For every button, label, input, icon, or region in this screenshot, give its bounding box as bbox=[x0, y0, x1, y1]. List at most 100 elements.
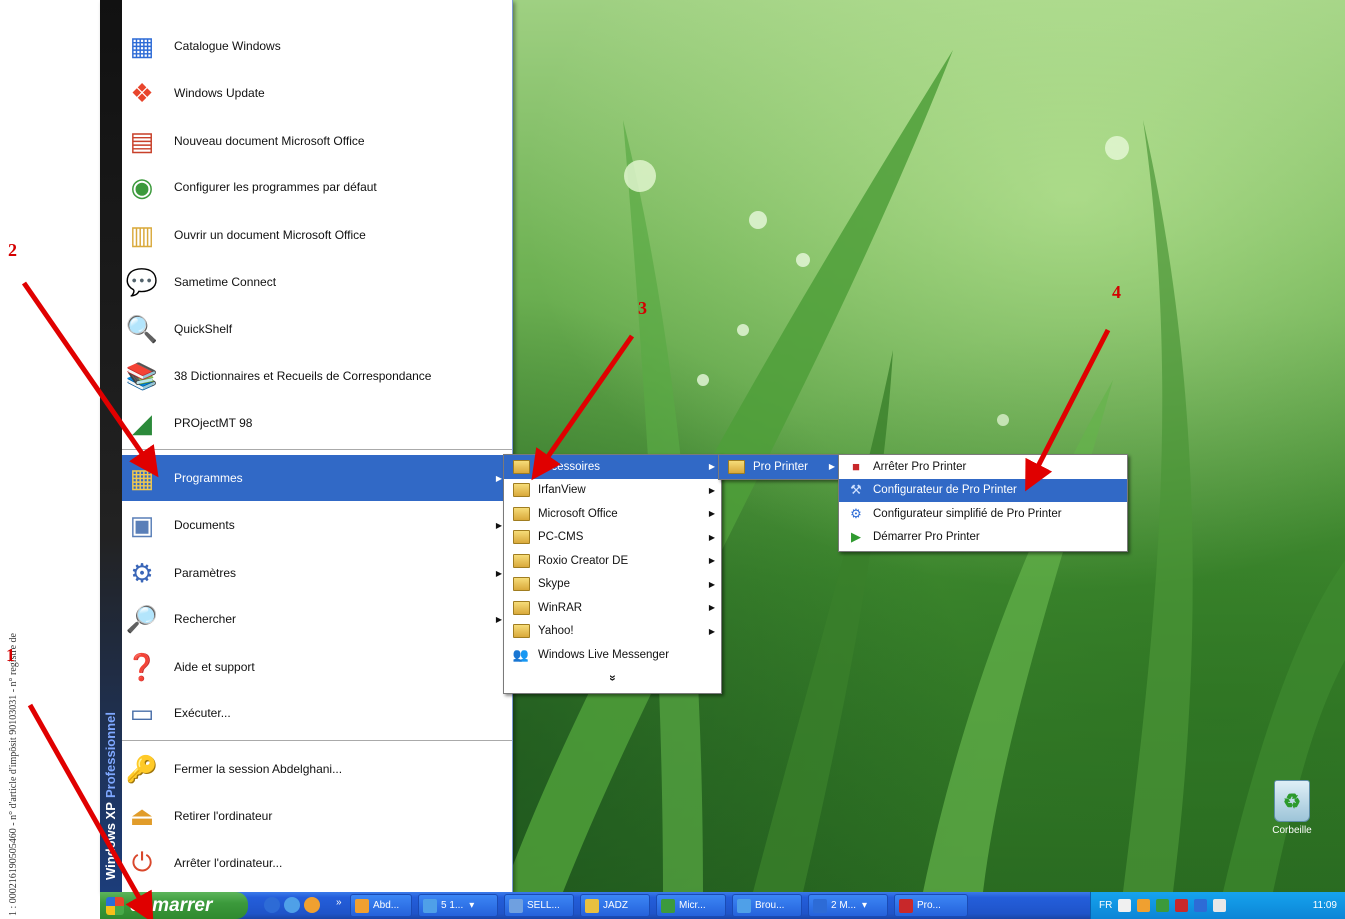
start-item-aide[interactable]: ❓ Aide et support bbox=[122, 644, 512, 690]
network-tray-icon[interactable] bbox=[1156, 899, 1170, 912]
help-tray-icon[interactable] bbox=[1118, 899, 1132, 912]
config-simple-icon: ⚙ bbox=[850, 505, 862, 521]
start-item-sametime[interactable]: 💬 Sametime Connect bbox=[122, 258, 512, 306]
start-item-retirer[interactable]: ⏏ Retirer l'ordinateur bbox=[122, 794, 512, 838]
taskbar-button[interactable]: SELL... bbox=[504, 894, 574, 917]
chevron-right-icon: ▶ bbox=[708, 579, 715, 589]
taskbar: démarrer » Abd... 5 1... ▾ SELL... JADZ M… bbox=[100, 892, 1345, 919]
programs-item-yahoo[interactable]: Yahoo! ▶ bbox=[504, 620, 721, 644]
start-item-fermer-session[interactable]: 🔑 Fermer la session Abdelghani... bbox=[122, 746, 512, 792]
messenger-icon: 👥 bbox=[512, 646, 530, 662]
chevron-right-icon: ▶ bbox=[708, 603, 715, 613]
start-item-executer[interactable]: ▭ Exécuter... bbox=[122, 690, 512, 736]
messenger-tray-icon[interactable] bbox=[1194, 899, 1208, 912]
taskbar-button[interactable]: JADZ bbox=[580, 894, 650, 917]
chevron-right-icon: ▶ bbox=[708, 485, 715, 495]
proprinter-item-configurateur[interactable]: ⚒ Configurateur de Pro Printer bbox=[839, 478, 1127, 502]
stop-icon: ■ bbox=[852, 459, 860, 475]
programs-item-pc-cms[interactable]: PC-CMS ▶ bbox=[504, 526, 721, 550]
folder-icon bbox=[512, 482, 530, 498]
taskbar-button[interactable]: Micr... bbox=[656, 894, 726, 917]
quicklaunch-more[interactable]: » bbox=[336, 897, 342, 908]
chevron-right-icon: ▶ bbox=[495, 520, 502, 530]
catalog-icon: ▦ bbox=[129, 30, 155, 61]
start-item-catalogue[interactable]: ▦ Catalogue Windows bbox=[122, 24, 512, 68]
proprinter-item-demarrer[interactable]: ▶ Démarrer Pro Printer bbox=[839, 526, 1127, 550]
volume-tray-icon[interactable] bbox=[1213, 899, 1227, 912]
chevron-right-icon: ▶ bbox=[708, 626, 715, 636]
programs-expand[interactable]: » bbox=[504, 667, 721, 691]
step-number-4: 4 bbox=[1112, 282, 1121, 302]
folder-icon bbox=[512, 529, 530, 545]
recycle-bin[interactable]: ♻ Corbeille bbox=[1262, 780, 1322, 836]
chevron-down-icon: ▾ bbox=[469, 900, 475, 911]
app-icon bbox=[661, 898, 675, 913]
programs-item-accessoires[interactable]: Accessoires ▶ bbox=[504, 455, 721, 479]
language-indicator[interactable]: FR bbox=[1099, 900, 1112, 911]
programs-item-microsoft-office[interactable]: Microsoft Office ▶ bbox=[504, 502, 721, 526]
taskbar-button[interactable]: Brou... bbox=[732, 894, 802, 917]
ie-quicklaunch-icon[interactable] bbox=[284, 897, 300, 913]
recycle-bin-label: Corbeille bbox=[1272, 825, 1312, 836]
config-icon: ⚒ bbox=[850, 482, 862, 498]
start-item-open-office-doc[interactable]: ▥ Ouvrir un document Microsoft Office bbox=[122, 212, 512, 258]
taskbar-button[interactable]: Pro... bbox=[894, 894, 968, 917]
windows-update-icon: ❖ bbox=[130, 77, 154, 108]
window-icon bbox=[509, 898, 523, 913]
proprinter-item-configurateur-simplifie[interactable]: ⚙ Configurateur simplifié de Pro Printer bbox=[839, 502, 1127, 526]
folder-icon bbox=[512, 576, 530, 592]
start-item-rechercher[interactable]: 🔎 Rechercher ▶ bbox=[122, 596, 512, 642]
run-icon: ▭ bbox=[129, 697, 155, 728]
folder-icon bbox=[512, 553, 530, 569]
proprinter-menu: ■ Arrêter Pro Printer ⚒ Configurateur de… bbox=[838, 454, 1128, 552]
taskbar-button[interactable]: 5 1... ▾ bbox=[418, 894, 498, 917]
start-item-windows-update[interactable]: ❖ Windows Update bbox=[122, 70, 512, 116]
start-item-projectmt[interactable]: ◢ PROjectMT 98 bbox=[122, 400, 512, 446]
start-item-new-office-doc[interactable]: ▤ Nouveau document Microsoft Office bbox=[122, 118, 512, 164]
start-item-quickshelf[interactable]: 🔍 QuickShelf bbox=[122, 306, 512, 352]
accessories-item-pro-printer[interactable]: Pro Printer ▶ bbox=[719, 455, 841, 479]
band-os: Windows XP bbox=[103, 802, 118, 880]
start-item-documents[interactable]: ▣ Documents ▶ bbox=[122, 502, 512, 548]
windows-logo-icon bbox=[106, 896, 124, 915]
quickshelf-icon: 🔍 bbox=[125, 313, 159, 344]
chat-icon: 💬 bbox=[125, 266, 159, 297]
start-item-default-programs[interactable]: ◉ Configurer les programmes par défaut bbox=[122, 164, 512, 210]
documents-icon: ▣ bbox=[129, 509, 155, 540]
programs-icon: ▦ bbox=[129, 462, 155, 493]
start-button[interactable]: démarrer bbox=[100, 892, 248, 919]
start-item-programmes[interactable]: ▦ Programmes ▶ bbox=[122, 455, 512, 501]
app-tray-icon[interactable] bbox=[1137, 899, 1151, 912]
ie-icon bbox=[737, 898, 751, 913]
start-item-dictionnaires[interactable]: 📚 38 Dictionnaires et Recueils de Corres… bbox=[122, 352, 512, 400]
programs-item-roxio[interactable]: Roxio Creator DE ▶ bbox=[504, 549, 721, 573]
page-margin: 1 : 000216190505460 - n° d'article d'imp… bbox=[0, 0, 103, 919]
chevron-right-icon: ▶ bbox=[495, 614, 502, 624]
ie-icon bbox=[423, 898, 437, 913]
security-tray-icon[interactable] bbox=[1175, 899, 1189, 912]
chevron-right-icon: ▶ bbox=[828, 462, 835, 472]
folder-icon bbox=[512, 623, 530, 639]
programs-menu: Accessoires ▶ IrfanView ▶ Microsoft Offi… bbox=[503, 454, 722, 694]
start-item-parametres[interactable]: ⚙ Paramètres ▶ bbox=[122, 550, 512, 596]
margin-note: 1 : 000216190505460 - n° d'article d'imp… bbox=[8, 633, 19, 916]
folder-icon bbox=[585, 898, 599, 913]
proprinter-item-arreter[interactable]: ■ Arrêter Pro Printer bbox=[839, 455, 1127, 479]
expand-chevron-icon: » bbox=[606, 675, 619, 682]
programs-item-irfanview[interactable]: IrfanView ▶ bbox=[504, 479, 721, 503]
taskbar-button[interactable]: Abd... bbox=[350, 894, 412, 917]
settings-icon: ⚙ bbox=[130, 557, 154, 588]
programs-item-live-messenger[interactable]: 👥 Windows Live Messenger bbox=[504, 643, 721, 667]
programs-item-skype[interactable]: Skype ▶ bbox=[504, 573, 721, 597]
folder-icon bbox=[512, 459, 530, 475]
programs-item-winrar[interactable]: WinRAR ▶ bbox=[504, 596, 721, 620]
start-menu: Windows XP Professionnel ▦ Catalogue Win… bbox=[100, 0, 513, 892]
clock[interactable]: 11:09 bbox=[1313, 900, 1337, 911]
start-item-arreter[interactable]: ⏻ Arrêter l'ordinateur... bbox=[122, 840, 512, 886]
system-tray: FR 11:09 bbox=[1090, 892, 1345, 919]
taskbar-button[interactable]: 2 M... ▾ bbox=[808, 894, 888, 917]
recycle-bin-icon: ♻ bbox=[1274, 780, 1310, 822]
app-quicklaunch-icon[interactable] bbox=[304, 897, 320, 913]
office-open-icon: ▥ bbox=[129, 219, 155, 250]
desktop-quicklaunch-icon[interactable] bbox=[264, 897, 280, 913]
